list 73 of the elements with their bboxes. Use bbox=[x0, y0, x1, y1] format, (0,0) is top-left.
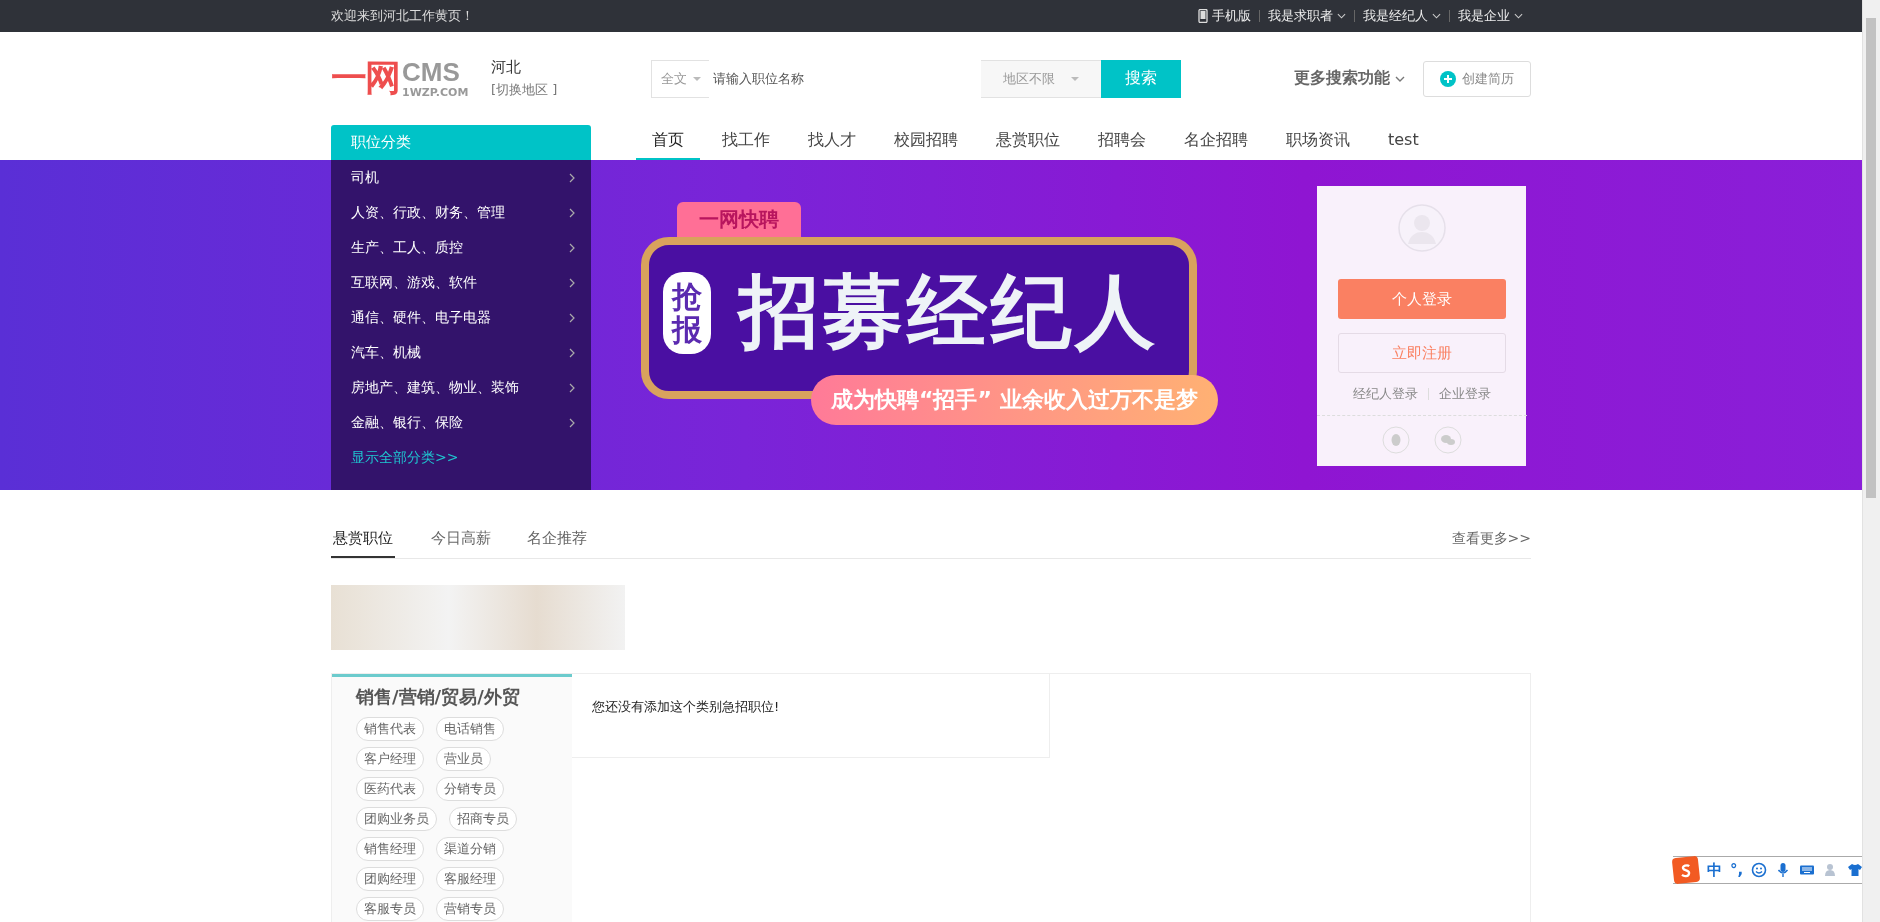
login-link[interactable]: 企业登录 bbox=[1438, 385, 1491, 403]
region-name: 河北 bbox=[491, 58, 522, 77]
category-item[interactable]: 通信、硬件、电子电器 bbox=[331, 300, 591, 335]
banner-badge: 抢报 bbox=[663, 272, 711, 354]
top-link[interactable]: 我是求职者 bbox=[1260, 7, 1354, 25]
chevron-right-icon bbox=[569, 382, 575, 393]
plus-icon bbox=[1440, 70, 1456, 87]
welcome-text: 欢迎来到河北工作黄页！ bbox=[331, 7, 474, 25]
category-item[interactable]: 人资、行政、财务、管理 bbox=[331, 195, 591, 230]
job-tag[interactable]: 医药代表 bbox=[356, 777, 424, 801]
job-tag[interactable]: 营业员 bbox=[436, 747, 491, 771]
job-tag[interactable]: 客服专员 bbox=[356, 897, 424, 921]
job-tag[interactable]: 团购经理 bbox=[356, 867, 424, 891]
nav-tab[interactable]: 名企招聘 bbox=[1168, 125, 1264, 160]
top-link[interactable]: 我是经纪人 bbox=[1355, 7, 1449, 25]
top-link[interactable]: 手机版 bbox=[1190, 7, 1259, 25]
smiley-icon[interactable] bbox=[1751, 862, 1768, 878]
job-tag[interactable]: 销售代表 bbox=[356, 717, 424, 741]
section-tab[interactable]: 今日高薪 bbox=[431, 520, 491, 558]
show-all-categories-link[interactable]: 显示全部分类>> bbox=[331, 440, 591, 474]
job-tag[interactable]: 分销专员 bbox=[436, 777, 504, 801]
category-item[interactable]: 生产、工人、质控 bbox=[331, 230, 591, 265]
job-tag[interactable]: 团购业务员 bbox=[356, 807, 437, 831]
category-item[interactable]: 汽车、机械 bbox=[331, 335, 591, 370]
job-tag[interactable]: 渠道分销 bbox=[436, 837, 504, 861]
chevron-down-icon bbox=[1514, 13, 1523, 19]
nav-tab[interactable]: 悬赏职位 bbox=[980, 125, 1076, 160]
empty-message: 您还没有添加这个类别急招职位! bbox=[592, 699, 780, 714]
category-item[interactable]: 房地产、建筑、物业、装饰 bbox=[331, 370, 591, 405]
section-tab[interactable]: 名企推荐 bbox=[527, 520, 587, 558]
chevron-right-icon bbox=[569, 417, 575, 428]
category-item[interactable]: 互联网、游戏、软件 bbox=[331, 265, 591, 300]
punctuation-toggle[interactable]: °, bbox=[1730, 861, 1744, 879]
job-tag[interactable]: 营销专员 bbox=[436, 897, 504, 921]
job-tag[interactable]: 电话销售 bbox=[436, 717, 504, 741]
nav-tab[interactable]: 找工作 bbox=[706, 125, 786, 160]
job-tag[interactable]: 客服经理 bbox=[436, 867, 504, 891]
category-title: 销售/营销/贸易/外贸 bbox=[356, 685, 521, 709]
chevron-right-icon bbox=[569, 172, 575, 183]
banner-slogan: 成为快聘“招手” 业余收入过万不是梦 bbox=[811, 375, 1218, 425]
chevron-down-icon bbox=[1432, 13, 1441, 19]
chevron-right-icon bbox=[569, 207, 575, 218]
nav-tab[interactable]: 职场资讯 bbox=[1270, 125, 1366, 160]
view-more-link[interactable]: 查看更多>> bbox=[1451, 530, 1531, 548]
switch-region-link[interactable]: [切换地区 ] bbox=[491, 81, 651, 99]
nav-tab[interactable]: 找人才 bbox=[792, 125, 872, 160]
chevron-right-icon bbox=[569, 312, 575, 323]
nav-tab[interactable]: test bbox=[1372, 125, 1435, 160]
more-search-link[interactable]: 更多搜索功能 bbox=[1294, 68, 1405, 89]
nav-tab[interactable]: 招聘会 bbox=[1082, 125, 1162, 160]
shirt-icon[interactable] bbox=[1847, 862, 1862, 878]
nav-tab[interactable]: 校园招聘 bbox=[878, 125, 974, 160]
banner-headline: 招募经纪人 bbox=[739, 264, 1159, 360]
input-mode-toggle[interactable]: 中 bbox=[1707, 860, 1722, 880]
section-tab[interactable]: 悬赏职位 bbox=[331, 520, 395, 558]
scrollbar[interactable] bbox=[1862, 0, 1880, 922]
ime-logo-icon[interactable] bbox=[1671, 855, 1701, 885]
job-tag[interactable]: 销售经理 bbox=[356, 837, 424, 861]
create-resume-button[interactable]: 创建简历 bbox=[1423, 60, 1531, 97]
category-menu-title: 职位分类 bbox=[331, 125, 591, 160]
login-link[interactable]: 经纪人登录 bbox=[1352, 385, 1418, 403]
category-item[interactable]: 司机 bbox=[331, 160, 591, 195]
phone-icon bbox=[1198, 9, 1208, 23]
chevron-right-icon bbox=[569, 277, 575, 288]
chevron-down-icon bbox=[1337, 13, 1346, 19]
chevron-right-icon bbox=[569, 347, 575, 358]
category-item[interactable]: 金融、银行、保险 bbox=[331, 405, 591, 440]
chevron-down-icon bbox=[1395, 75, 1405, 82]
top-link[interactable]: 我是企业 bbox=[1450, 7, 1531, 25]
banner-tag: 一网快聘 bbox=[677, 202, 801, 237]
job-tag[interactable]: 招商专员 bbox=[449, 807, 517, 831]
chevron-right-icon bbox=[569, 242, 575, 253]
job-tag[interactable]: 客户经理 bbox=[356, 747, 424, 771]
